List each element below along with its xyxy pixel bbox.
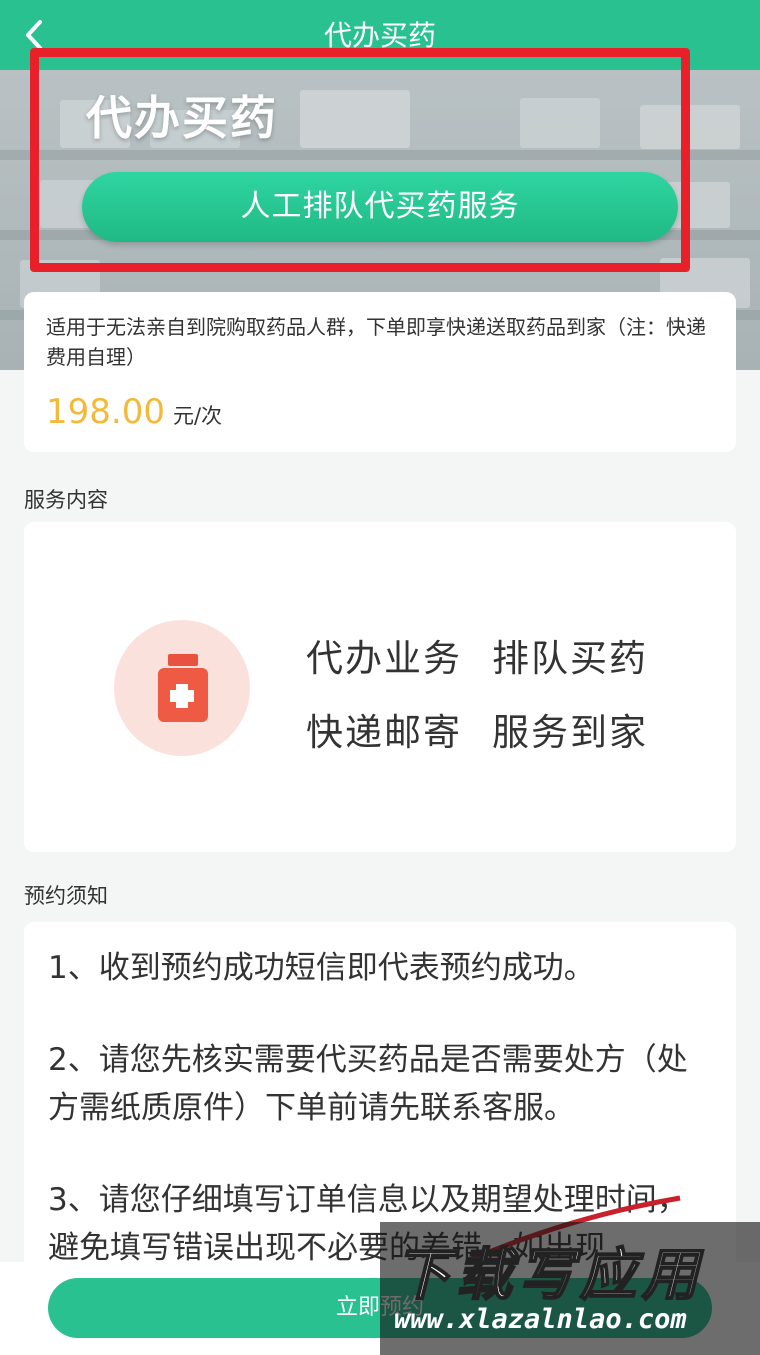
price-card: 适用于无法亲自到院购取药品人群，下单即享快递送取药品到家（注：快递费用自理） 1…	[24, 292, 736, 452]
price-unit: 元/次	[172, 404, 223, 428]
watermark-url: www.xlazalnlao.com	[394, 1304, 687, 1335]
notice-item: 1、收到预约成功短信即代表预约成功。	[48, 950, 595, 986]
medicine-bottle-icon	[114, 620, 250, 756]
price-row: 198.00 元/次	[46, 392, 222, 432]
queue-purchase-service-button[interactable]: 人工排队代买药服务	[82, 172, 678, 242]
service-item: 服务到家	[492, 711, 648, 754]
service-item: 排队买药	[492, 637, 648, 680]
service-card: 代办业务 排队买药 快递邮寄 服务到家	[24, 522, 736, 852]
notice-section-title: 预约须知	[24, 884, 108, 908]
service-description: 适用于无法亲自到院购取药品人群，下单即享快递送取药品到家（注：快递费用自理）	[46, 315, 706, 369]
service-item: 代办业务	[306, 637, 462, 680]
watermark: 下载写应用 www.xlazalnlao.com	[380, 1222, 760, 1355]
price-amount: 198.00	[46, 392, 165, 432]
service-item: 快递邮寄	[306, 711, 462, 754]
service-section-title: 服务内容	[24, 488, 108, 512]
notice-item: 2、请您先核实需要代买药品是否需要处方（处方需纸质原件）下单前请先联系客服。	[48, 1042, 688, 1126]
watermark-text: 下载写应用	[393, 1242, 704, 1309]
banner-title: 代办买药	[86, 91, 278, 145]
